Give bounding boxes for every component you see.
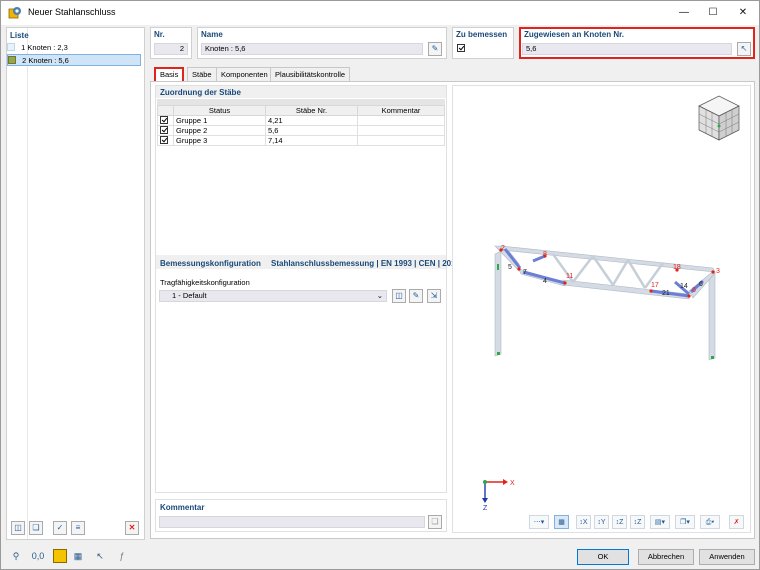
trag-select[interactable]: 1 - Default ⌄: [159, 290, 387, 302]
copy-item-icon[interactable]: ❏: [29, 521, 43, 535]
model-view[interactable]: 2 8 5 7 11 4 18 3 17 14 6 21 6 X Z: [452, 85, 751, 533]
table-row[interactable]: Gruppe 2 5,6: [157, 125, 445, 136]
dialog-window: Neuer Stahlanschluss — ☐ ✕ Liste 1 Knote…: [0, 0, 760, 570]
bemessung-norm: Stahlanschlussbemessung | EN 1993 | CEN …: [271, 259, 472, 268]
formula-icon[interactable]: ƒ: [115, 549, 129, 563]
axis-triad-icon: X Z: [482, 479, 515, 512]
node-label-11: 11: [566, 273, 573, 280]
cancel-button[interactable]: Abbrechen: [638, 549, 694, 565]
window-title: Neuer Stahlanschluss: [28, 7, 116, 17]
color-icon[interactable]: [53, 549, 67, 563]
nr-field[interactable]: 2: [154, 43, 188, 55]
view-x-icon[interactable]: ↕X: [576, 515, 591, 529]
tab-basis[interactable]: Basis: [154, 67, 185, 81]
tab-komponenten[interactable]: Komponenten: [216, 67, 273, 81]
node-label-3: 3: [716, 268, 720, 275]
new-item-icon[interactable]: ◫: [11, 521, 25, 535]
node-label-6b: 6: [692, 287, 696, 294]
zuordnung-title: Zuordnung der Stäbe: [160, 88, 241, 97]
nr-label: Nr.: [154, 30, 165, 39]
tab-staebe[interactable]: Stäbe: [187, 67, 217, 81]
zu-bemessen-checkbox[interactable]: [457, 44, 465, 52]
axis-x-label: X: [510, 480, 515, 487]
view-cube-icon: [698, 95, 740, 141]
pick-node-icon[interactable]: ↖: [737, 42, 751, 56]
view-z-icon[interactable]: ↕Z: [612, 515, 627, 529]
edit-name-icon[interactable]: ✎: [428, 42, 442, 56]
table-row[interactable]: Gruppe 3 7,14: [157, 135, 445, 146]
delete-icon[interactable]: ✕: [125, 521, 139, 535]
search-icon[interactable]: ⚲: [9, 549, 23, 563]
display-options-icon[interactable]: ⋯▾: [529, 515, 549, 529]
minimize-button[interactable]: —: [669, 1, 699, 25]
list-item-selected[interactable]: 2 Knoten : 5,6: [7, 54, 141, 66]
col-status: Status: [173, 105, 266, 116]
col-staebe: Stäbe Nr.: [265, 105, 358, 116]
member-label-21: 21: [662, 290, 670, 297]
kommentar-edit-icon[interactable]: ❏: [428, 515, 442, 529]
axis-z-label: Z: [483, 505, 488, 512]
ok-button[interactable]: OK: [577, 549, 629, 565]
member-label-14: 14: [680, 283, 688, 290]
cube-view-icon[interactable]: ❐▾: [675, 515, 695, 529]
new-config-icon[interactable]: ◫: [392, 289, 406, 303]
bemessung-title: Bemessungskonfiguration: [160, 259, 261, 268]
node-label-8: 8: [543, 251, 547, 258]
row-checkbox[interactable]: [160, 136, 168, 144]
view-iso-icon[interactable]: ↕Z: [630, 515, 645, 529]
node-label-18: 18: [673, 264, 681, 271]
uncheck-icon[interactable]: ≡: [71, 521, 85, 535]
name-label: Name: [201, 30, 223, 39]
render-mode-icon[interactable]: ▤▾: [650, 515, 670, 529]
tab-plausibilitaet[interactable]: Plausibilitätskontrolle: [270, 67, 351, 81]
member-label-4: 4: [543, 278, 547, 285]
units-icon[interactable]: 0,0: [31, 549, 45, 563]
member-label-7: 7: [523, 269, 527, 276]
member-label-5: 5: [508, 264, 512, 271]
zu-bemessen-label: Zu bemessen: [456, 30, 508, 39]
member-label-6: 6: [699, 281, 703, 288]
col-kommentar: Kommentar: [357, 105, 445, 116]
maximize-button[interactable]: ☐: [698, 1, 728, 25]
view-minus-y-icon[interactable]: ↕Y: [594, 515, 609, 529]
print-icon[interactable]: ⎙▾: [700, 515, 720, 529]
import-config-icon[interactable]: ⇲: [427, 289, 441, 303]
kommentar-title: Kommentar: [160, 503, 205, 512]
table-row[interactable]: Gruppe 1 4,21: [157, 115, 445, 126]
list-panel: [6, 27, 145, 540]
truss-structure: [494, 245, 716, 361]
row-checkbox[interactable]: [160, 116, 168, 124]
kommentar-field[interactable]: [159, 516, 425, 528]
node-label-17: 17: [651, 282, 659, 289]
name-field[interactable]: Knoten : 5,6: [201, 43, 423, 55]
list-title: Liste: [10, 31, 29, 40]
close-window-button[interactable]: ✕: [728, 1, 758, 25]
title-bar: Neuer Stahlanschluss — ☐ ✕: [1, 1, 759, 25]
table-icon[interactable]: ▦: [71, 549, 85, 563]
model-graphic: 2 8 5 7 11 4 18 3 17 14 6 21 6 X Z: [482, 95, 740, 512]
zuordnung-table: Status Stäbe Nr. Kommentar Gruppe 1 4,21…: [157, 105, 445, 146]
list-item[interactable]: 1 Knoten : 2,3: [7, 42, 141, 54]
select-icon[interactable]: ↖: [93, 549, 107, 563]
zugewiesen-field[interactable]: 5,6: [522, 43, 732, 55]
chevron-down-icon: ⌄: [376, 291, 383, 300]
reset-view-icon[interactable]: ✗: [729, 515, 744, 529]
edit-config-icon[interactable]: ✎: [409, 289, 423, 303]
apply-button[interactable]: Anwenden: [699, 549, 755, 565]
show-model-icon[interactable]: ▦: [554, 515, 569, 529]
node-label-2: 2: [501, 245, 505, 252]
check-all-icon[interactable]: ✓: [53, 521, 67, 535]
trag-label: Tragfähigkeitskonfiguration: [160, 278, 250, 287]
app-icon: [8, 7, 21, 19]
zugewiesen-label: Zugewiesen an Knoten Nr.: [524, 30, 625, 39]
row-checkbox[interactable]: [160, 126, 168, 134]
